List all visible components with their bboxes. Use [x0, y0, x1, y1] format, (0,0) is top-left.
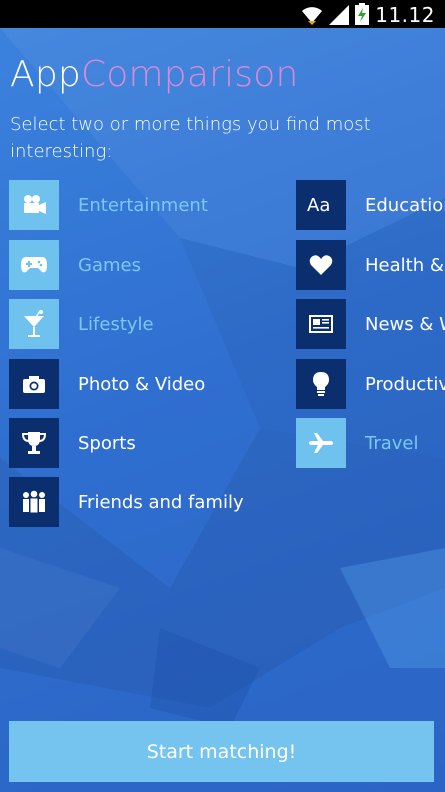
lightbulb-icon [313, 372, 329, 396]
category-tile [9, 418, 59, 468]
category-label: Lifestyle [78, 313, 154, 335]
category-sports[interactable]: Sports [9, 418, 136, 468]
cocktail-icon [24, 310, 44, 337]
start-matching-button[interactable]: Start matching! [9, 721, 434, 782]
wifi-icon [302, 7, 322, 25]
category-tile [9, 180, 59, 230]
category-label: Games [78, 254, 141, 276]
category-label: Sports [78, 432, 136, 454]
video-camera-icon [24, 195, 46, 214]
category-tile [9, 299, 59, 349]
heart-icon [309, 255, 333, 275]
category-photo-video[interactable]: Photo & Video [9, 359, 205, 409]
category-lifestyle[interactable]: Lifestyle [9, 299, 154, 349]
category-education[interactable]: Aa Education [296, 180, 445, 230]
category-tile [9, 240, 59, 290]
app-title: AppComparison [10, 54, 298, 95]
category-tile [296, 299, 346, 349]
category-label: Productiv [365, 373, 445, 395]
category-label: Health & [365, 254, 444, 276]
newspaper-icon [309, 315, 333, 333]
status-icons [301, 3, 369, 25]
gamepad-icon [21, 257, 47, 273]
trophy-icon [21, 432, 47, 454]
battery-charging-icon [355, 3, 369, 25]
category-news[interactable]: News & W [296, 299, 445, 349]
signal-icon [329, 5, 349, 25]
category-label: Photo & Video [78, 373, 206, 395]
category-tile [9, 477, 59, 527]
category-label: Entertainment [78, 194, 208, 216]
category-productivity[interactable]: Productiv [296, 359, 445, 409]
category-entertainment[interactable]: Entertainment [9, 180, 208, 230]
category-games[interactable]: Games [9, 240, 141, 290]
camera-icon [23, 376, 45, 393]
status-bar: 11.12 [0, 0, 445, 28]
status-time: 11.12 [375, 3, 435, 27]
app-title-part1: App [10, 54, 81, 95]
category-health[interactable]: Health & [296, 240, 444, 290]
category-tile: Aa [296, 180, 346, 230]
category-travel[interactable]: Travel [296, 418, 419, 468]
category-label: Friends and family [78, 491, 244, 513]
category-tile [296, 418, 346, 468]
airplane-icon [309, 433, 333, 453]
people-icon [23, 490, 45, 513]
font-aa-icon: Aa [307, 195, 330, 216]
category-label: Travel [365, 432, 419, 454]
category-tile [9, 359, 59, 409]
instruction-text: Select two or more things you find most … [10, 114, 371, 162]
svg-text:Aa: Aa [307, 195, 330, 216]
category-friends-family[interactable]: Friends and family [9, 477, 244, 527]
category-label: News & W [365, 313, 445, 335]
category-tile [296, 240, 346, 290]
app-title-part2: Comparison [80, 54, 299, 95]
category-tile [296, 359, 346, 409]
category-label: Education [365, 194, 445, 216]
